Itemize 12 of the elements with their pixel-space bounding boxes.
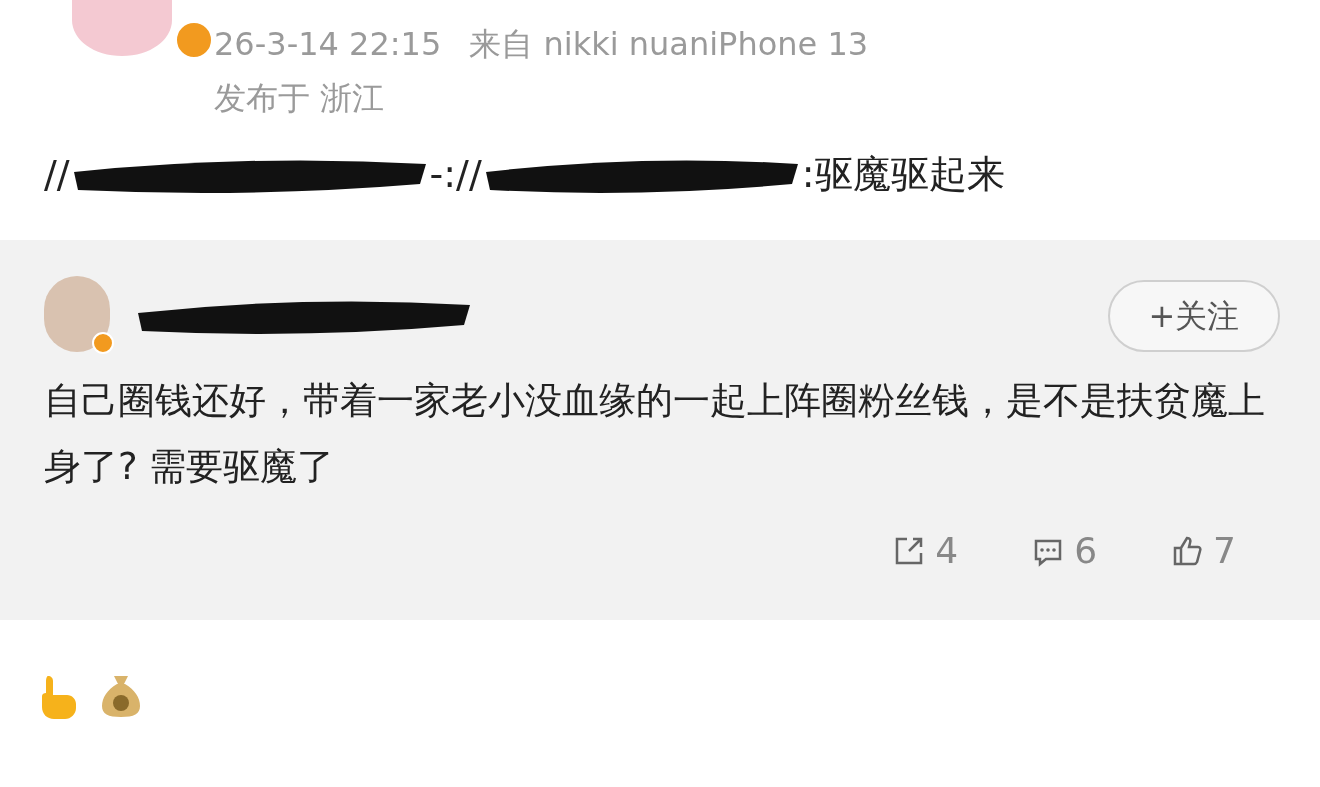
action-count: 4 <box>935 529 959 573</box>
action-count: 6 <box>1074 529 1098 573</box>
post-time: 26-3-14 22:15 <box>214 24 442 65</box>
post-source: 来自 nikki nuaniPhone 13 <box>469 24 869 65</box>
verified-badge-icon <box>92 332 114 354</box>
action-count: 7 <box>1213 529 1236 573</box>
repost-text: -:// <box>429 151 482 198</box>
repost-text: :驱魔驱起来 <box>801 151 1005 198</box>
comment-text: 自己圈钱还好，带着一家老小没血缘的一起上阵圈粉丝钱，是不是扶贫魔上身了? 需要驱魔了 <box>44 378 1266 490</box>
post-location: 发布于 浙江 <box>214 78 386 119</box>
follow-button[interactable]: +关注 <box>1108 280 1280 352</box>
repost-text: // <box>44 151 70 198</box>
